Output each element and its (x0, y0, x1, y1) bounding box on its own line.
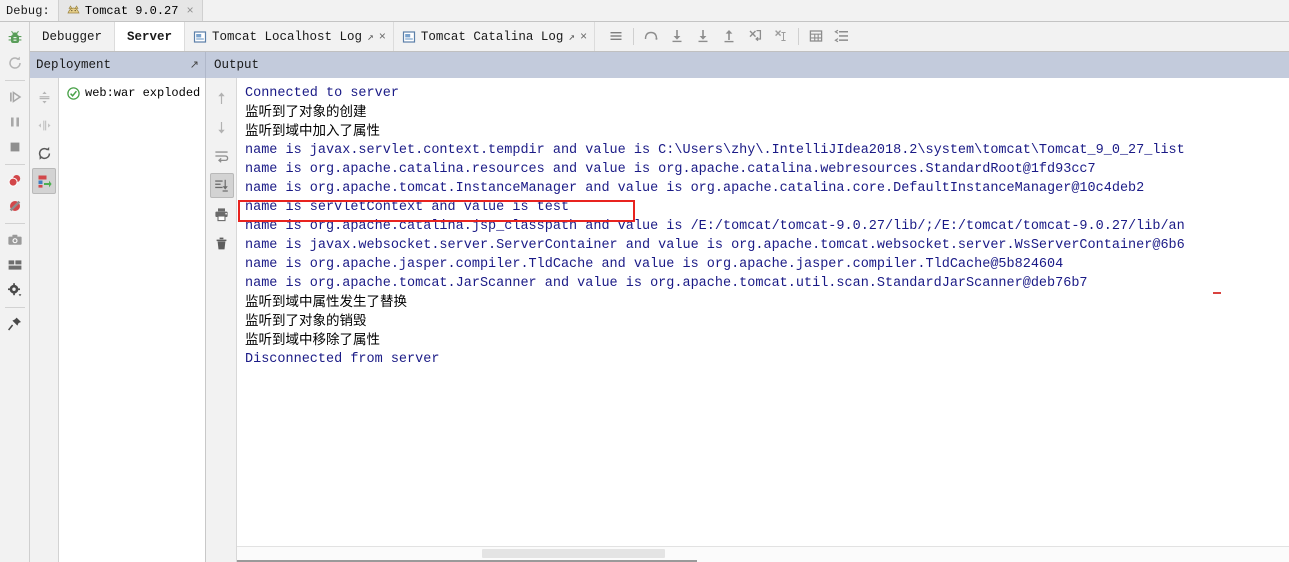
debug-bug-icon[interactable] (2, 26, 28, 50)
close-icon[interactable]: × (183, 5, 193, 17)
toolbar-divider (633, 28, 635, 45)
toolbar-divider (4, 307, 25, 308)
toolbar-divider (4, 223, 25, 224)
debug-tool-window: Debug: Tomcat 9.0.27 × Debugger Server T… (0, 0, 1289, 562)
debug-session-bar: Debug: Tomcat 9.0.27 × (0, 0, 1289, 22)
log-file-icon (193, 30, 207, 44)
console-line: name is org.apache.catalina.resources an… (245, 162, 1096, 177)
step-over-icon[interactable] (638, 22, 664, 50)
pin-out-icon[interactable]: ↗ (367, 30, 374, 44)
output-title: Output (214, 58, 260, 72)
console-line: name is org.apache.tomcat.JarScanner and… (245, 276, 1088, 291)
rerun-icon[interactable] (2, 51, 28, 75)
expand-all-icon[interactable] (32, 84, 56, 110)
step-out-icon[interactable] (716, 22, 742, 50)
tab-debugger-label: Debugger (42, 29, 103, 44)
close-icon[interactable]: × (580, 30, 587, 44)
pin-out-icon[interactable]: ↗ (190, 58, 199, 71)
pin-out-icon[interactable]: ↗ (568, 30, 575, 44)
console-line: 监听到域中移除了属性 (245, 332, 380, 348)
show-execution-point-icon[interactable] (603, 22, 629, 50)
session-tab-tomcat[interactable]: Tomcat 9.0.27 × (57, 0, 203, 21)
console-line: name is javax.servlet.context.tempdir an… (245, 143, 1185, 158)
console-line: 监听到了对象的创建 (245, 104, 367, 120)
layout-icon[interactable] (2, 253, 28, 277)
output-panel-header: Output (206, 52, 1289, 78)
debug-actions-toolbar (0, 22, 30, 562)
deployment-tree-node[interactable]: web:war exploded (59, 84, 205, 102)
tomcat-icon (67, 4, 80, 17)
toolbar-divider (798, 28, 800, 45)
console-line: Disconnected from server (245, 352, 440, 367)
print-icon[interactable] (210, 202, 234, 227)
force-step-into-icon[interactable] (690, 22, 716, 50)
evaluate-expression-icon[interactable] (803, 22, 829, 50)
tab-debugger[interactable]: Debugger (30, 22, 116, 51)
debug-label: Debug: (6, 3, 50, 18)
annotation-dash-mark (1213, 292, 1221, 294)
close-icon[interactable]: × (379, 30, 386, 44)
collapse-all-icon[interactable] (32, 112, 56, 138)
console-lines: Connected to server 监听到了对象的创建 监听到域中加入了属性… (237, 78, 1289, 369)
console-toolbar (207, 78, 237, 562)
console-output[interactable]: Connected to server 监听到了对象的创建 监听到域中加入了属性… (237, 78, 1289, 562)
console-line: name is org.apache.jasper.compiler.TldCa… (245, 257, 1064, 272)
settings-lines-icon[interactable] (829, 22, 855, 50)
soft-wrap-icon[interactable] (210, 144, 234, 169)
deployment-node-label: web:war exploded (85, 86, 201, 100)
view-breakpoints-icon[interactable] (2, 169, 28, 193)
pin-icon[interactable] (2, 312, 28, 336)
horizontal-scrollbar-thumb[interactable] (482, 549, 665, 558)
debug-tab-strip: Debugger Server Tomcat Localhost Log ↗ × (30, 22, 1289, 52)
console-line: 监听到了对象的销毁 (245, 313, 367, 329)
console-line: name is javax.websocket.server.ServerCon… (245, 238, 1185, 253)
tab-tomcat-localhost-log[interactable]: Tomcat Localhost Log ↗ × (185, 22, 394, 51)
console-line: 监听到域中属性发生了替换 (245, 294, 407, 310)
tab-server[interactable]: Server (115, 22, 186, 51)
log-file-icon (402, 30, 416, 44)
deployed-status-icon (67, 86, 80, 100)
deployment-panel: web:war exploded (30, 78, 206, 562)
resume-program-icon[interactable] (2, 85, 28, 109)
redeploy-icon[interactable] (32, 140, 56, 166)
console-line-highlighted: name is servletContext and value is test (245, 200, 570, 215)
console-line: name is org.apache.tomcat.InstanceManage… (245, 181, 1145, 196)
deployment-panel-header: Deployment ↗ (30, 52, 206, 78)
stop-icon[interactable] (2, 135, 28, 159)
panel-header-row: Deployment ↗ Output (30, 52, 1289, 78)
console-line: Connected to server (245, 86, 399, 101)
deployment-title: Deployment (36, 58, 112, 72)
console-line: 监听到域中加入了属性 (245, 123, 380, 139)
console-line: name is org.apache.catalina.jsp_classpat… (245, 219, 1185, 234)
session-tab-label: Tomcat 9.0.27 (84, 3, 179, 18)
deployment-tree[interactable]: web:war exploded (58, 78, 205, 562)
deploy-artifact-icon[interactable] (32, 168, 56, 194)
pause-program-icon[interactable] (2, 110, 28, 134)
tab-tomcat-localhost-log-label: Tomcat Localhost Log (212, 29, 363, 44)
tab-server-label: Server (127, 29, 173, 44)
deployment-toolbar (30, 78, 58, 562)
up-arrow-icon[interactable] (210, 86, 234, 111)
mute-breakpoints-icon[interactable] (2, 194, 28, 218)
toolbar-divider (4, 164, 25, 165)
tab-tomcat-catalina-log[interactable]: Tomcat Catalina Log ↗ × (394, 22, 596, 51)
step-into-icon[interactable] (664, 22, 690, 50)
scroll-to-end-icon[interactable] (209, 173, 234, 198)
down-arrow-icon[interactable] (210, 115, 234, 140)
toolbar-divider (4, 80, 25, 81)
run-to-cursor-icon[interactable] (768, 22, 794, 50)
settings-gear-icon[interactable] (2, 278, 28, 302)
drop-frame-icon[interactable] (742, 22, 768, 50)
tab-tomcat-catalina-log-label: Tomcat Catalina Log (420, 29, 564, 44)
trash-icon[interactable] (210, 231, 234, 256)
camera-icon[interactable] (2, 228, 28, 252)
